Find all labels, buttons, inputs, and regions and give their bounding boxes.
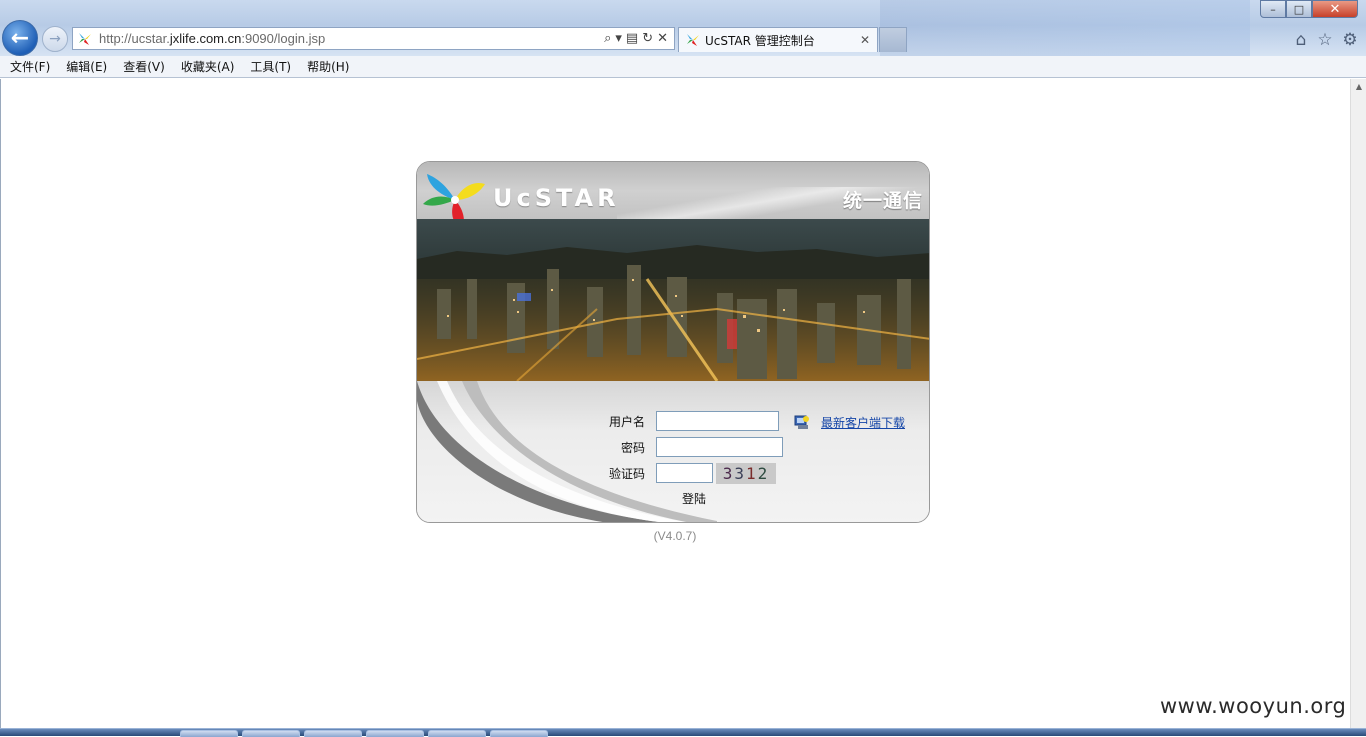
- dropdown-icon[interactable]: ▾: [615, 31, 622, 46]
- menu-help[interactable]: 帮助(H): [301, 58, 355, 75]
- slogan: 统一通信: [842, 190, 923, 212]
- city-night-photo: [417, 219, 929, 381]
- url-prefix: http://ucstar.: [99, 31, 170, 46]
- url-domain: jxlife.com.cn: [169, 31, 242, 46]
- close-window-button[interactable]: ✕: [1312, 0, 1358, 18]
- close-tab-icon[interactable]: ✕: [857, 33, 873, 47]
- menu-favorites[interactable]: 收藏夹(A): [175, 58, 241, 75]
- captcha-digit: 3: [734, 464, 746, 483]
- scroll-up-icon[interactable]: ▲: [1351, 79, 1366, 95]
- login-form: 用户名 最新客户端下载 密码 验证码 3312 登陆: [417, 381, 929, 522]
- address-url[interactable]: http://ucstar.jxlife.com.cn:9090/login.j…: [99, 31, 604, 46]
- url-suffix: :9090/login.jsp: [241, 31, 326, 46]
- ucstar-favicon-icon: [685, 32, 701, 48]
- back-button[interactable]: ←: [2, 20, 38, 56]
- captcha-digit: 3: [722, 464, 735, 483]
- browser-chrome: ← → http://ucstar.jxlife.com.cn:9090/log…: [0, 0, 1366, 56]
- username-input[interactable]: [656, 411, 779, 431]
- tab-ucstar[interactable]: UcSTAR 管理控制台 ✕: [678, 27, 878, 52]
- back-arrow-icon: ←: [10, 25, 30, 51]
- refresh-icon[interactable]: ↻: [642, 31, 653, 46]
- maximize-button[interactable]: □: [1286, 0, 1312, 18]
- star-icon[interactable]: ☆: [1315, 30, 1335, 50]
- captcha-label: 验证码: [608, 467, 645, 481]
- tab-title: UcSTAR 管理控制台: [705, 33, 815, 48]
- captcha-image[interactable]: 3312: [716, 463, 776, 484]
- vertical-scrollbar[interactable]: ▲: [1350, 79, 1366, 728]
- forward-arrow-icon: →: [49, 31, 61, 47]
- compat-view-icon[interactable]: ▤: [626, 31, 638, 46]
- captcha-input[interactable]: [656, 463, 713, 483]
- titlebar-background: [880, 0, 1250, 56]
- panel-header: UcSTAR 统一通信: [417, 162, 929, 230]
- brand-name: UcSTAR: [493, 184, 620, 212]
- client-download-link[interactable]: 最新客户端下载: [821, 414, 905, 431]
- home-icon[interactable]: ⌂: [1291, 30, 1311, 50]
- menu-file[interactable]: 文件(F): [4, 58, 56, 75]
- login-button[interactable]: 登陆: [660, 487, 728, 509]
- new-tab-button[interactable]: [879, 27, 907, 52]
- minimize-button[interactable]: –: [1260, 0, 1286, 18]
- address-tools: ⌕ ▾ ▤ ↻ ✕: [604, 31, 668, 46]
- taskbar: [0, 728, 1366, 737]
- menu-tools[interactable]: 工具(T): [244, 58, 297, 75]
- stop-icon[interactable]: ✕: [657, 31, 668, 46]
- menu-edit[interactable]: 编辑(E): [60, 58, 113, 75]
- username-label: 用户名: [608, 415, 645, 429]
- ucstar-favicon-icon: [77, 31, 93, 47]
- menu-view[interactable]: 查看(V): [117, 58, 171, 75]
- version-label: (V4.0.7): [653, 529, 697, 543]
- download-client-icon[interactable]: [793, 414, 810, 431]
- address-bar[interactable]: http://ucstar.jxlife.com.cn:9090/login.j…: [72, 27, 675, 50]
- search-icon[interactable]: ⌕: [604, 31, 611, 46]
- captcha-digit: 1: [746, 464, 758, 483]
- gear-icon[interactable]: ⚙: [1340, 30, 1360, 50]
- login-panel: UcSTAR 统一通信 用户名 最新客户端下载 密码 验证码 3312 登陆: [416, 161, 930, 523]
- password-input[interactable]: [656, 437, 783, 457]
- password-label: 密码: [620, 441, 645, 455]
- forward-button[interactable]: →: [42, 26, 68, 52]
- menu-bar: 文件(F) 编辑(E) 查看(V) 收藏夹(A) 工具(T) 帮助(H): [0, 56, 1366, 78]
- watermark-text: www.wooyun.org: [1160, 694, 1347, 718]
- captcha-digit: 2: [757, 464, 770, 483]
